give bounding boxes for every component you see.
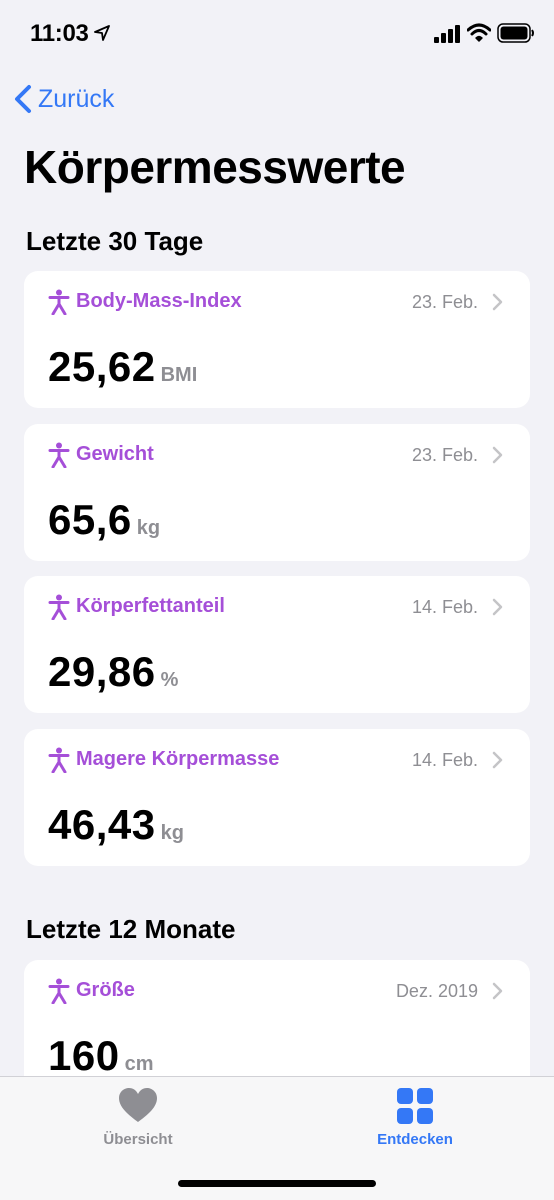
heart-icon (119, 1088, 157, 1122)
status-time: 11:03 (30, 20, 89, 47)
page-title: Körpermesswerte (24, 141, 406, 193)
metric-card-body-fat[interactable]: Körperfettanteil 14. Feb. 29,86 % (24, 576, 530, 713)
card-title: Gewicht (76, 443, 154, 465)
back-label: Zurück (38, 84, 115, 113)
person-figure-icon (48, 978, 70, 1004)
card-value-row: 160 cm (48, 1032, 153, 1080)
card-value: 65,6 (48, 496, 132, 543)
card-value: 25,62 (48, 343, 156, 390)
person-figure-icon (48, 442, 70, 468)
person-figure-icon (48, 594, 70, 620)
card-date: 14. Feb. (411, 597, 478, 617)
location-arrow-icon (94, 25, 110, 41)
tab-label: Übersicht (103, 1131, 173, 1148)
card-title: Magere Körpermasse (76, 748, 280, 770)
chevron-right-icon (492, 982, 503, 1000)
card-value: 160 (48, 1032, 120, 1079)
back-button[interactable]: Zurück (12, 82, 114, 116)
chevron-right-icon (492, 751, 503, 769)
card-title: Körperfettanteil (76, 595, 225, 617)
tab-overview[interactable]: Übersicht (68, 1077, 208, 1157)
home-indicator[interactable] (178, 1180, 376, 1187)
cellular-signal-icon (434, 25, 460, 43)
card-date: 23. Feb. (411, 292, 478, 312)
card-date: 14. Feb. (411, 750, 478, 770)
metric-card-lean-body-mass[interactable]: Magere Körpermasse 14. Feb. 46,43 kg (24, 729, 530, 866)
wifi-icon (467, 23, 491, 42)
card-value: 29,86 (48, 648, 156, 695)
chevron-right-icon (492, 598, 503, 616)
card-title: Body-Mass-Index (76, 290, 242, 312)
card-unit: kg (136, 517, 161, 539)
card-value: 46,43 (48, 801, 156, 848)
person-figure-icon (48, 747, 70, 773)
card-value-row: 46,43 kg (48, 801, 184, 849)
card-value-row: 29,86 % (48, 648, 178, 696)
card-value-row: 65,6 kg (48, 496, 160, 544)
card-unit: BMI (160, 364, 198, 386)
chevron-right-icon (492, 446, 503, 464)
metric-card-bmi[interactable]: Body-Mass-Index 23. Feb. 25,62 BMI (24, 271, 530, 408)
tab-discover[interactable]: Entdecken (345, 1077, 485, 1157)
card-date: Dez. 2019 (395, 981, 478, 1001)
card-value-row: 25,62 BMI (48, 343, 197, 391)
card-date: 23. Feb. (411, 445, 478, 465)
section-header-last-12-months: Letzte 12 Monate (26, 914, 236, 944)
person-figure-icon (48, 289, 70, 315)
chevron-right-icon (492, 293, 503, 311)
chevron-left-icon (15, 85, 31, 113)
status-bar: 11:03 (0, 0, 554, 70)
card-unit: kg (160, 822, 184, 844)
card-unit: % (160, 669, 179, 691)
card-unit: cm (124, 1053, 154, 1075)
section-header-last-30-days: Letzte 30 Tage (26, 226, 204, 256)
card-title: Größe (76, 979, 135, 1001)
metric-card-weight[interactable]: Gewicht 23. Feb. 65,6 kg (24, 424, 530, 561)
grid-icon (397, 1088, 433, 1124)
battery-icon (497, 23, 534, 43)
tab-label: Entdecken (377, 1131, 453, 1148)
